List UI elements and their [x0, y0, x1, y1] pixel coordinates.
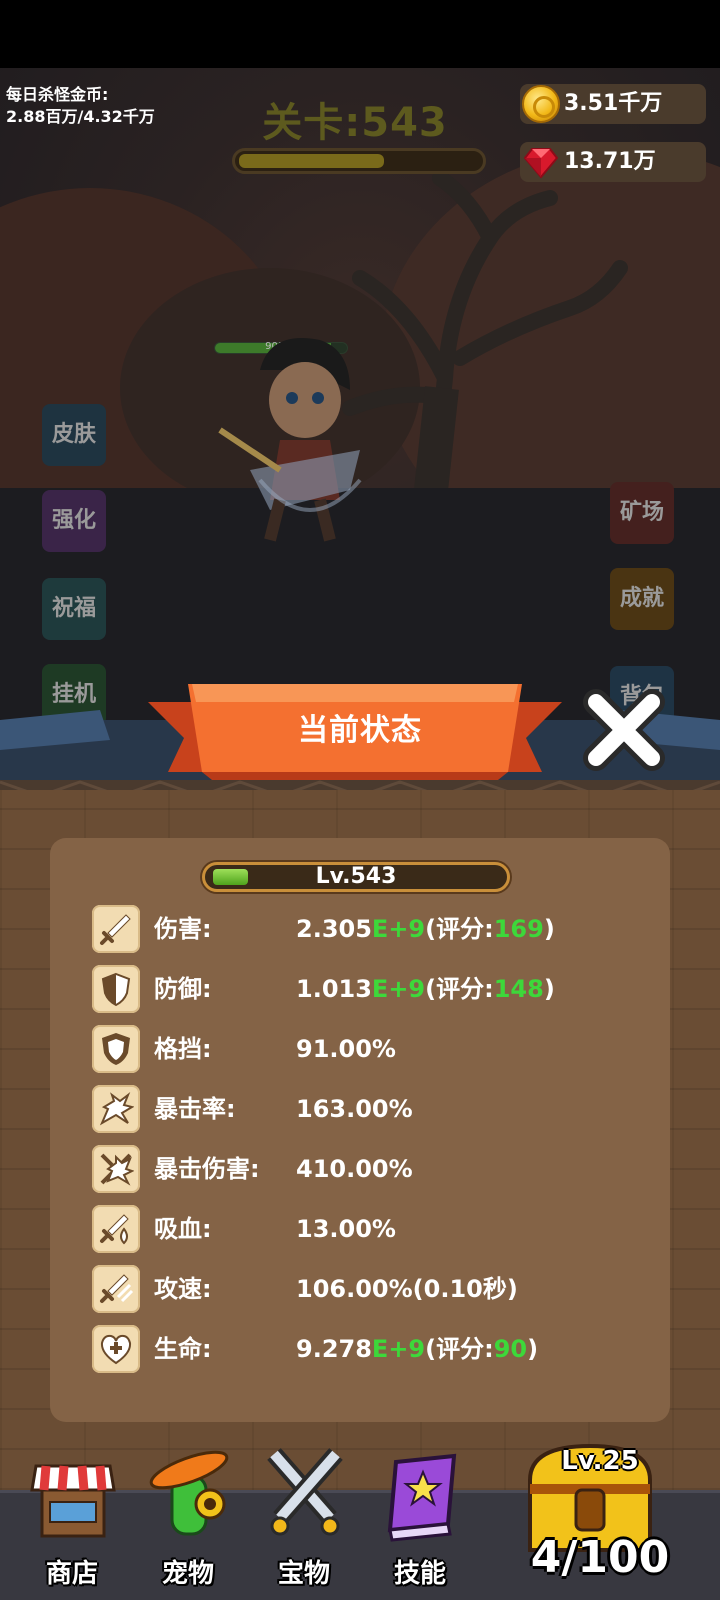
- stat-label: 攻速:: [154, 1275, 212, 1303]
- stats-panel: Lv.543 伤害: 2.305E+9(评分:169) 防御: 1.013E+9…: [50, 838, 670, 1422]
- stat-value: 163.00%: [296, 1095, 413, 1123]
- gold-amount: 3.51千万: [564, 91, 663, 116]
- stat-row-crit-rate: 暴击率: 163.00%: [92, 1084, 652, 1134]
- dialog-title: 当前状态: [298, 713, 422, 748]
- stat-value: 13.00%: [296, 1215, 396, 1243]
- stat-row-lifesteal: 吸血: 13.00%: [92, 1204, 652, 1254]
- lifesteal-icon: [92, 1205, 140, 1253]
- close-button[interactable]: [582, 688, 666, 772]
- stat-value: 106.00%(0.10秒): [296, 1275, 518, 1303]
- side-button-blessing[interactable]: 祝福: [42, 578, 106, 640]
- crit-damage-icon: [92, 1145, 140, 1193]
- stage-progress-fill: [239, 154, 385, 168]
- stat-label: 暴击率:: [154, 1095, 236, 1123]
- nav-pets[interactable]: 宠物: [138, 1446, 238, 1596]
- stat-label: 防御:: [154, 975, 212, 1003]
- stat-row-crit-damage: 暴击伤害: 410.00%: [92, 1144, 652, 1194]
- stat-row-defense: 防御: 1.013E+9(评分:148): [92, 964, 652, 1014]
- stat-label: 吸血:: [154, 1215, 212, 1243]
- nav-shop[interactable]: 商店: [22, 1446, 122, 1596]
- attack-speed-icon: [92, 1265, 140, 1313]
- status-bar: [0, 0, 720, 68]
- stage-title: 关卡:543: [262, 100, 448, 146]
- gem-amount: 13.71万: [564, 149, 656, 174]
- gold-coin-icon: [522, 85, 560, 123]
- stat-value: 1.013E+9(评分:148): [296, 975, 555, 1003]
- stat-value: 2.305E+9(评分:169): [296, 915, 555, 943]
- hero-character: [218, 338, 362, 542]
- stat-label: 格挡:: [154, 1035, 212, 1063]
- nav-label: 技能: [393, 1559, 446, 1589]
- stat-label: 暴击伤害:: [154, 1155, 260, 1183]
- stat-label: 生命:: [154, 1335, 212, 1363]
- stat-value: 91.00%: [296, 1035, 396, 1063]
- level-text: Lv.543: [315, 864, 397, 889]
- level-progress-bar: Lv.543: [202, 862, 510, 892]
- shop-stall-icon: [30, 1464, 116, 1538]
- stat-value: 9.278E+9(评分:90): [296, 1335, 539, 1363]
- side-button-achievements[interactable]: 成就: [610, 568, 674, 630]
- chest-level: Lv.25: [561, 1446, 639, 1476]
- stat-value: 410.00%: [296, 1155, 413, 1183]
- stat-row-block: 格挡: 91.00%: [92, 1024, 652, 1074]
- ruby-gem-icon: [524, 148, 558, 179]
- side-button-enhance[interactable]: 强化: [42, 490, 106, 552]
- nav-label: 宠物: [161, 1559, 214, 1589]
- gem-counter[interactable]: 13.71万: [520, 142, 706, 182]
- daily-kill-label: 每日杀怪金币:: [6, 85, 109, 104]
- stat-label: 伤害:: [154, 915, 212, 943]
- nav-treasures[interactable]: 宝物: [254, 1446, 354, 1596]
- skill-book-icon: [387, 1453, 457, 1542]
- chest-count: 4/100: [530, 1532, 670, 1583]
- block-shield-icon: [92, 1025, 140, 1073]
- side-button-skin[interactable]: 皮肤: [42, 404, 106, 466]
- pet-cactus-icon: [149, 1450, 229, 1536]
- stage-progress-bar: [232, 148, 486, 174]
- nav-skills[interactable]: 技能: [370, 1446, 470, 1596]
- stat-row-damage: 伤害: 2.305E+9(评分:169): [92, 904, 652, 954]
- sword-icon: [92, 905, 140, 953]
- daily-kill-value: 2.88百万/4.32千万: [6, 107, 155, 126]
- side-button-mine[interactable]: 矿场: [610, 482, 674, 544]
- gold-counter[interactable]: 3.51千万: [520, 84, 706, 124]
- heart-plus-icon: [92, 1325, 140, 1373]
- shield-icon: [92, 965, 140, 1013]
- stat-row-health: 生命: 9.278E+9(评分:90): [92, 1324, 652, 1374]
- nav-label: 宝物: [277, 1559, 330, 1589]
- crit-burst-icon: [92, 1085, 140, 1133]
- stat-row-attack-speed: 攻速: 106.00%(0.10秒): [92, 1264, 652, 1314]
- nav-label: 商店: [45, 1559, 98, 1589]
- crossed-swords-icon: [267, 1448, 343, 1536]
